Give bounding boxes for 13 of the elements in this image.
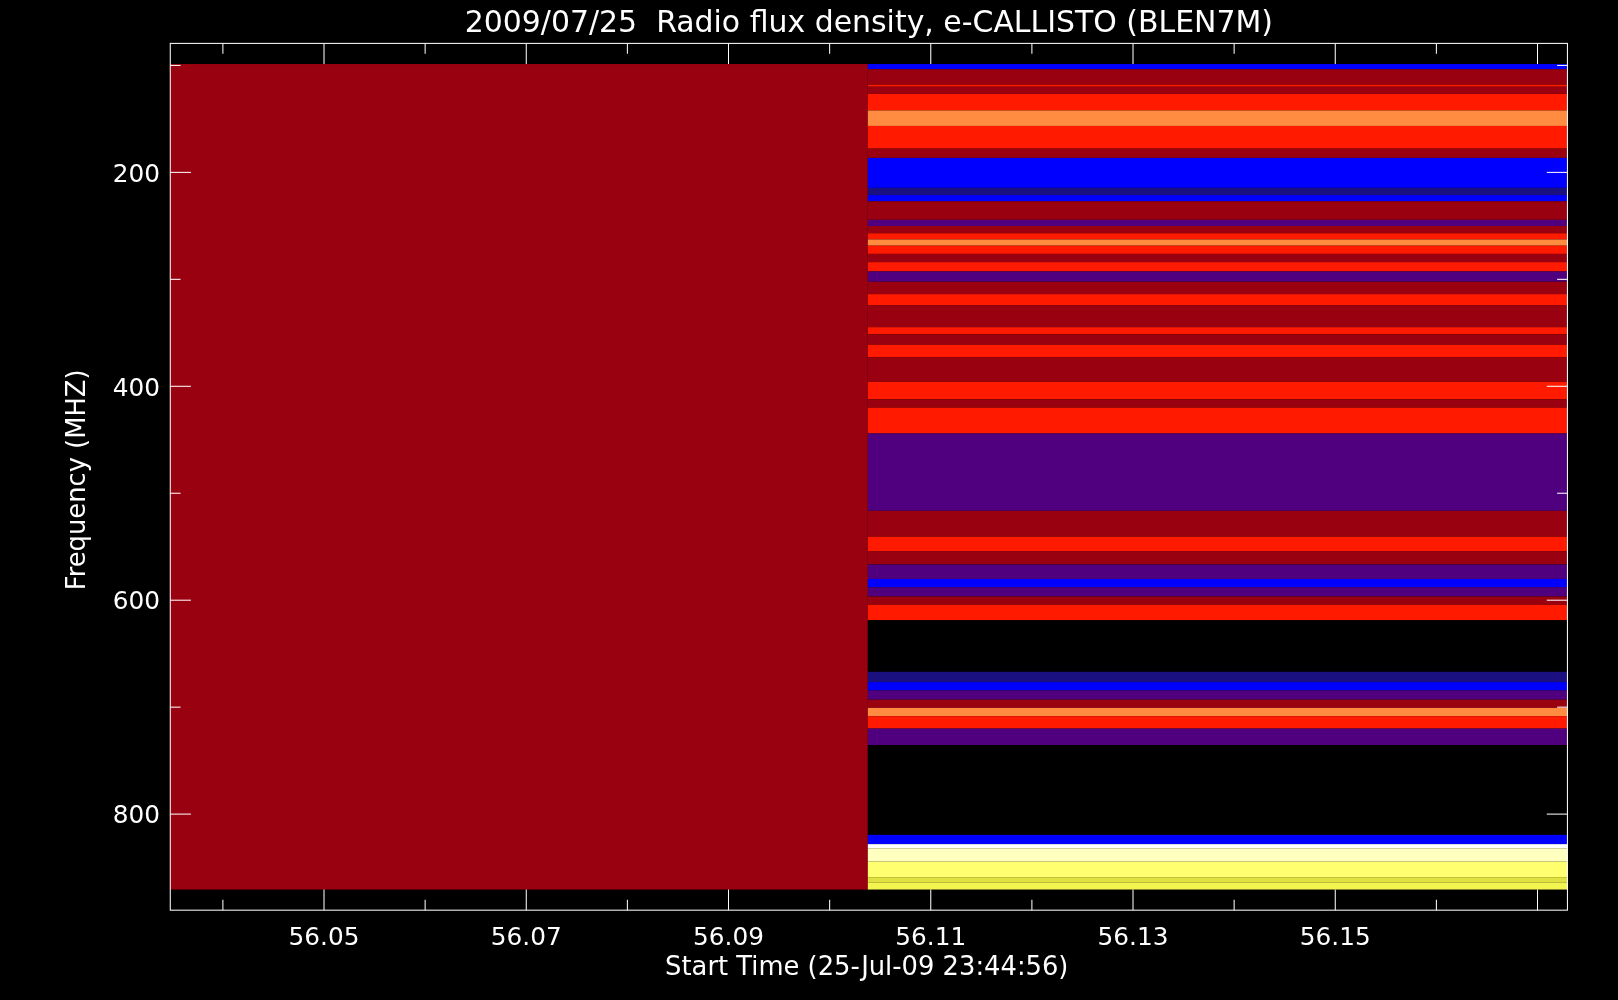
x-tick-label: 56.05 <box>288 922 360 952</box>
y-tick-label: 800 <box>112 800 160 830</box>
y-tick-label: 400 <box>112 372 160 402</box>
y-tick-label: 600 <box>112 586 160 616</box>
y-axis-label: Frequency (MHZ) <box>60 369 91 591</box>
x-tick-label: 56.15 <box>1299 922 1371 952</box>
x-tick-label: 56.09 <box>693 922 764 952</box>
x-axis-label: Start Time (25-Jul-09 23:44:56) <box>665 951 1069 982</box>
y-tick-label: 200 <box>112 158 160 188</box>
x-tick-label: 56.11 <box>895 922 967 952</box>
x-tick-label: 56.07 <box>490 922 562 952</box>
plot-title: 2009/07/25 Radio flux density, e-CALLISTO (BLEN7M) <box>464 4 1273 40</box>
x-tick-label: 56.13 <box>1097 922 1169 952</box>
